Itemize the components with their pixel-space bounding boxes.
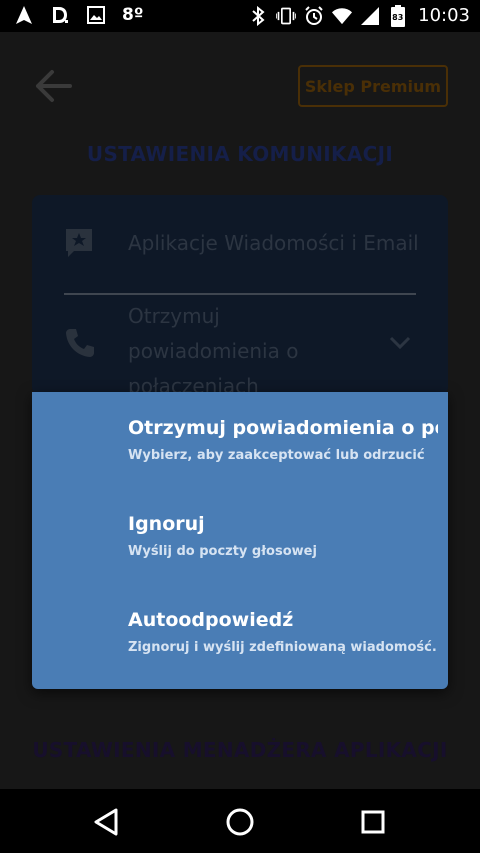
back-button[interactable] — [34, 66, 74, 106]
call-notifications-item[interactable]: Otrzymuj powiadomienia o połaczeniach — [128, 299, 328, 404]
back-arrow-icon — [36, 70, 72, 102]
option-title: Ignoruj — [128, 513, 205, 535]
premium-store-button[interactable]: Sklep Premium — [298, 65, 448, 107]
temperature-text: 8º — [122, 5, 144, 25]
option-autoreply[interactable]: Autoodpowiedź Zignoruj i wyślij zdefinio… — [32, 584, 448, 680]
status-bar: 8º 83 10:03 — [0, 0, 480, 32]
battery-icon: 83 — [388, 4, 408, 27]
vibrate-icon — [276, 6, 297, 26]
phone-icon — [64, 327, 96, 359]
option-title: Otrzymuj powiadomienia o połącze… — [128, 417, 438, 439]
triangle-back-icon — [94, 808, 118, 836]
signal-icon — [360, 6, 380, 26]
alarm-icon — [304, 5, 324, 26]
circle-home-icon — [226, 808, 254, 836]
square-recents-icon — [361, 810, 385, 834]
option-title: Autoodpowiedź — [128, 609, 294, 631]
home-nav-button[interactable] — [225, 807, 255, 837]
clock: 10:03 — [418, 5, 470, 26]
recents-nav-button[interactable] — [358, 807, 388, 837]
option-subtitle: Zignoruj i wyślij zdefiniowaną wiadomość… — [128, 640, 437, 655]
chevron-down-icon[interactable] — [388, 333, 412, 353]
app-manager-settings-title: USTAWIENIA MENADŻERA APLIKACJI — [32, 738, 448, 762]
bluetooth-icon — [248, 5, 268, 26]
call-options-dialog: Otrzymuj powiadomienia o połącze… Wybier… — [32, 392, 448, 689]
d-icon — [50, 5, 70, 25]
option-subtitle: Wybierz, aby zaakceptować lub odrzucić — [128, 448, 425, 463]
communication-settings-title: USTAWIENIA KOMUNIKACJI — [86, 142, 394, 166]
image-icon — [86, 5, 106, 25]
divider — [64, 293, 416, 295]
message-star-icon — [64, 227, 94, 259]
option-receive-notifications[interactable]: Otrzymuj powiadomienia o połącze… Wybier… — [32, 392, 448, 488]
option-ignore[interactable]: Ignoruj Wyślij do poczty głosowej — [32, 488, 448, 584]
option-subtitle: Wyślij do poczty głosowej — [128, 544, 317, 559]
messaging-apps-item[interactable]: Aplikacje Wiadomości i Email — [128, 231, 419, 255]
back-nav-button[interactable] — [92, 807, 122, 837]
communication-settings-card: Aplikacje Wiadomości i Email Otrzymuj po… — [32, 195, 448, 398]
navigation-bar — [0, 789, 480, 853]
battery-level: 83 — [392, 12, 404, 22]
wifi-icon — [332, 6, 353, 26]
navigation-icon — [14, 5, 34, 25]
